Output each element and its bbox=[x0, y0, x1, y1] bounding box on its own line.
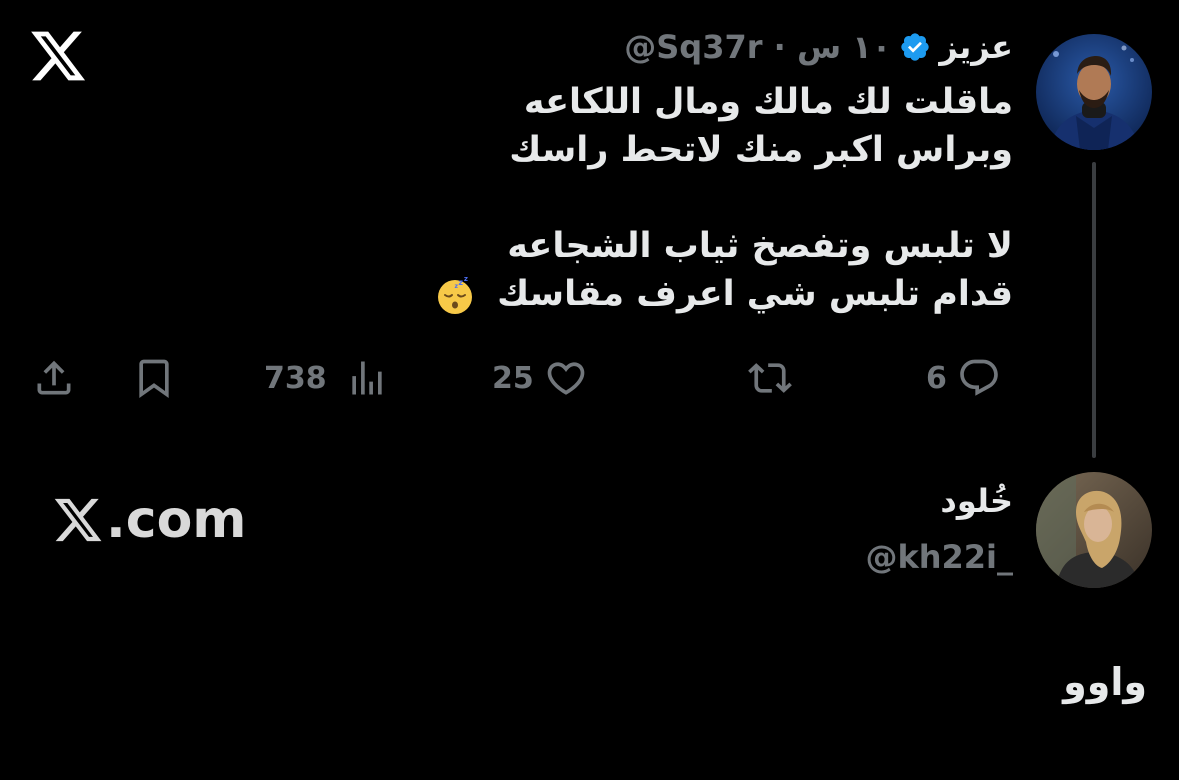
tweet-line-gap bbox=[313, 174, 1013, 222]
x-logo-icon bbox=[54, 498, 102, 542]
retweet-icon bbox=[748, 363, 792, 393]
author-avatar[interactable] bbox=[1036, 34, 1152, 150]
tweet-line: وبراس اكبر منك لاتحط راسك bbox=[509, 130, 1013, 170]
tweet-line-last: قدام تلبس شي اعرف مقاسك z z z bbox=[313, 270, 1013, 318]
like-button[interactable]: 25 bbox=[492, 350, 588, 406]
x-logo-icon bbox=[28, 26, 88, 86]
tweet-action-bar: 738 25 6 bbox=[30, 350, 1020, 406]
views-count: 738 bbox=[264, 360, 327, 396]
retweet-button[interactable] bbox=[748, 350, 792, 406]
tweet-line: لا تلبس وتفصخ ثياب الشجاعه bbox=[507, 226, 1013, 266]
tweet-meta: @Sq37r · ١٠ س bbox=[624, 28, 892, 66]
x-com-watermark: .com bbox=[52, 490, 247, 550]
bookmark-button[interactable] bbox=[132, 350, 176, 406]
thread-connector bbox=[1092, 162, 1096, 458]
svg-text:z: z bbox=[464, 275, 468, 283]
tweet-text: ماقلت لك مالك ومال اللكاعه وبراس اكبر من… bbox=[313, 78, 1013, 318]
watermark-text: .com bbox=[106, 490, 247, 550]
verified-badge-icon bbox=[901, 33, 929, 61]
likes-count: 25 bbox=[492, 360, 534, 396]
reply-author-handle[interactable]: @kh22i_ bbox=[865, 538, 1013, 576]
svg-text:z: z bbox=[454, 283, 458, 290]
author-name[interactable]: عزيز bbox=[939, 28, 1013, 66]
replies-count: 6 bbox=[926, 360, 947, 396]
reply-author-name[interactable]: خُلود bbox=[940, 482, 1013, 520]
views-button[interactable]: 738 bbox=[264, 350, 389, 406]
tweet-line: ماقلت لك مالك ومال اللكاعه bbox=[523, 82, 1013, 122]
share-button[interactable] bbox=[32, 350, 76, 406]
sleeping-face-emoji: z z z bbox=[437, 275, 472, 314]
views-chart-icon bbox=[351, 361, 382, 395]
reply-text: واوو bbox=[1063, 660, 1147, 704]
reply-button[interactable]: 6 bbox=[926, 350, 1001, 406]
reply-author-avatar[interactable] bbox=[1036, 472, 1152, 588]
tweet-line: قدام تلبس شي اعرف مقاسك bbox=[497, 274, 1013, 314]
bookmark-icon bbox=[139, 359, 169, 399]
share-icon bbox=[37, 360, 71, 395]
reply-icon bbox=[960, 359, 998, 396]
svg-text:z: z bbox=[458, 278, 463, 287]
heart-icon bbox=[547, 362, 585, 395]
tweet-header: عزيز @Sq37r · ١٠ س bbox=[624, 28, 1013, 66]
